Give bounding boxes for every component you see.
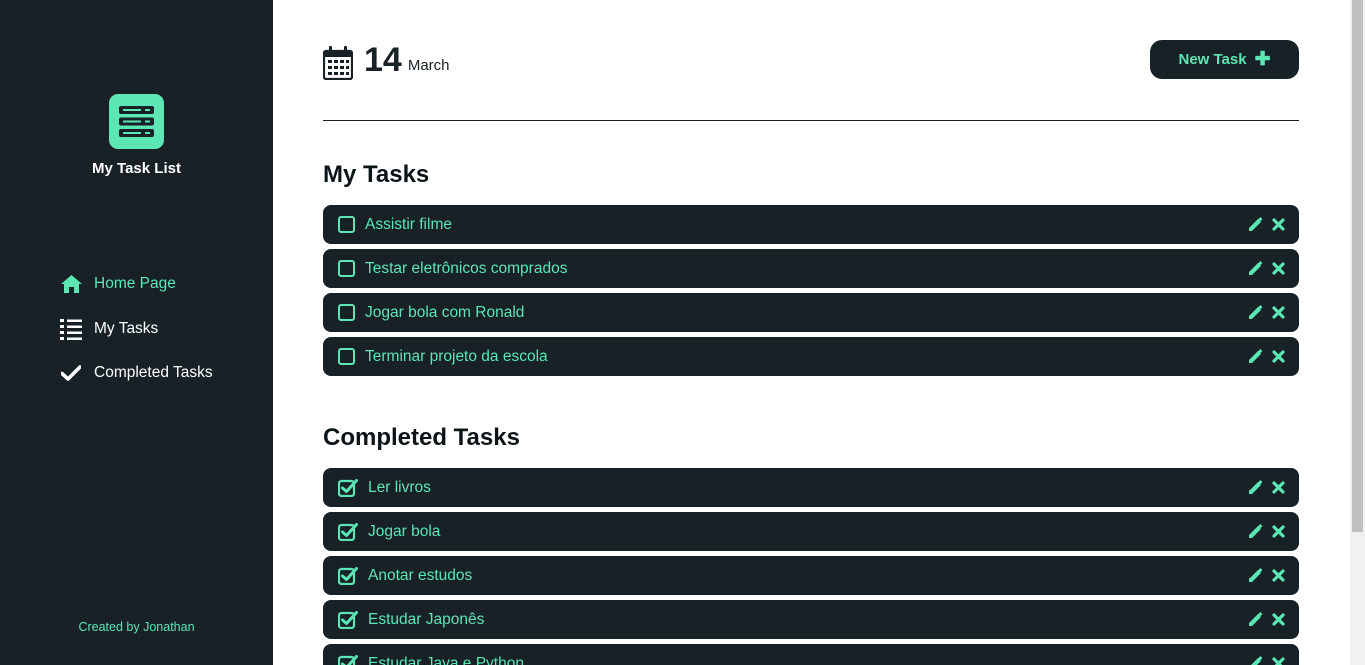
plus-icon: ✚ (1254, 49, 1271, 70)
delete-icon[interactable] (1272, 306, 1285, 319)
delete-icon[interactable] (1272, 613, 1285, 626)
list-icon (60, 318, 82, 340)
task-row[interactable]: Anotar estudos (323, 556, 1299, 595)
completed-tasks-list: Ler livros Jogar bola Anotar estudos Estuda… (323, 468, 1299, 665)
task-label: Ler livros (368, 478, 431, 496)
edit-icon[interactable] (1248, 349, 1263, 364)
date-day: 14 (364, 41, 402, 79)
delete-icon[interactable] (1272, 218, 1285, 231)
server-stack-icon (119, 106, 154, 137)
task-row[interactable]: Assistir filme (323, 205, 1299, 244)
new-task-label: New Task (1178, 51, 1247, 68)
nav-item-my-tasks[interactable]: My Tasks (60, 317, 213, 341)
task-actions (1248, 349, 1285, 364)
home-icon (60, 274, 82, 294)
task-row[interactable]: Estudar Japonês (323, 600, 1299, 639)
app-logo (109, 94, 164, 149)
header-divider (323, 120, 1299, 121)
new-task-button[interactable]: New Task ✚ (1150, 40, 1299, 79)
task-checkbox[interactable] (338, 216, 355, 233)
task-actions (1248, 261, 1285, 276)
sidebar: My Task List Home Page My Tasks Complete… (0, 0, 273, 665)
delete-icon[interactable] (1272, 525, 1285, 538)
task-actions (1248, 612, 1285, 627)
delete-icon[interactable] (1272, 350, 1285, 363)
nav-label-home-page: Home Page (94, 275, 176, 292)
nav-item-completed-tasks[interactable]: Completed Tasks (60, 361, 213, 385)
date-display: 14 March (323, 40, 450, 80)
task-actions (1248, 480, 1285, 495)
task-actions (1248, 524, 1285, 539)
checked-checkbox-icon[interactable] (337, 654, 358, 665)
checked-checkbox-icon[interactable] (337, 566, 358, 585)
task-label: Terminar projeto da escola (365, 347, 548, 365)
task-actions (1248, 217, 1285, 232)
delete-icon[interactable] (1272, 481, 1285, 494)
task-label: Estudar Java e Python (368, 654, 524, 665)
edit-icon[interactable] (1248, 612, 1263, 627)
checked-checkbox-icon[interactable] (337, 610, 358, 629)
edit-icon[interactable] (1248, 524, 1263, 539)
edit-icon[interactable] (1248, 568, 1263, 583)
footer-credit: Created by Jonathan (78, 620, 195, 634)
page-scrollbar[interactable] (1350, 0, 1365, 665)
task-label: Testar eletrônicos comprados (365, 259, 568, 277)
task-row[interactable]: Jogar bola (323, 512, 1299, 551)
check-icon (60, 363, 82, 383)
task-checkbox[interactable] (338, 348, 355, 365)
task-actions (1248, 568, 1285, 583)
task-row[interactable]: Ler livros (323, 468, 1299, 507)
nav-label-completed-tasks: Completed Tasks (94, 364, 213, 381)
completed-tasks-title: Completed Tasks (323, 424, 520, 451)
nav-item-home-page[interactable]: Home Page (60, 272, 213, 296)
task-label: Jogar bola (368, 522, 441, 540)
task-row[interactable]: Terminar projeto da escola (323, 337, 1299, 376)
edit-icon[interactable] (1248, 261, 1263, 276)
edit-icon[interactable] (1248, 217, 1263, 232)
edit-icon[interactable] (1248, 656, 1263, 665)
task-label: Estudar Japonês (368, 610, 485, 628)
edit-icon[interactable] (1248, 305, 1263, 320)
sidebar-nav: Home Page My Tasks Completed Tasks (60, 272, 213, 406)
task-checkbox[interactable] (338, 304, 355, 321)
task-label: Anotar estudos (368, 566, 473, 584)
checked-checkbox-icon[interactable] (337, 522, 358, 541)
delete-icon[interactable] (1272, 569, 1285, 582)
task-row[interactable]: Estudar Java e Python (323, 644, 1299, 665)
delete-icon[interactable] (1272, 262, 1285, 275)
task-label: Assistir filme (365, 215, 452, 233)
date-month: March (407, 57, 450, 74)
scrollbar-thumb[interactable] (1352, 0, 1363, 532)
delete-icon[interactable] (1272, 657, 1285, 665)
calendar-icon (323, 46, 353, 80)
my-tasks-list: Assistir filme Testar eletrônicos comprad… (323, 205, 1299, 381)
app-title: My Task List (92, 160, 181, 177)
task-row[interactable]: Jogar bola com Ronald (323, 293, 1299, 332)
task-row[interactable]: Testar eletrônicos comprados (323, 249, 1299, 288)
nav-label-my-tasks: My Tasks (94, 319, 159, 337)
checked-checkbox-icon[interactable] (337, 478, 358, 497)
task-actions (1248, 305, 1285, 320)
task-checkbox[interactable] (338, 260, 355, 277)
my-tasks-title: My Tasks (323, 161, 430, 188)
task-label: Jogar bola com Ronald (365, 303, 525, 321)
task-actions (1248, 656, 1285, 665)
edit-icon[interactable] (1248, 480, 1263, 495)
